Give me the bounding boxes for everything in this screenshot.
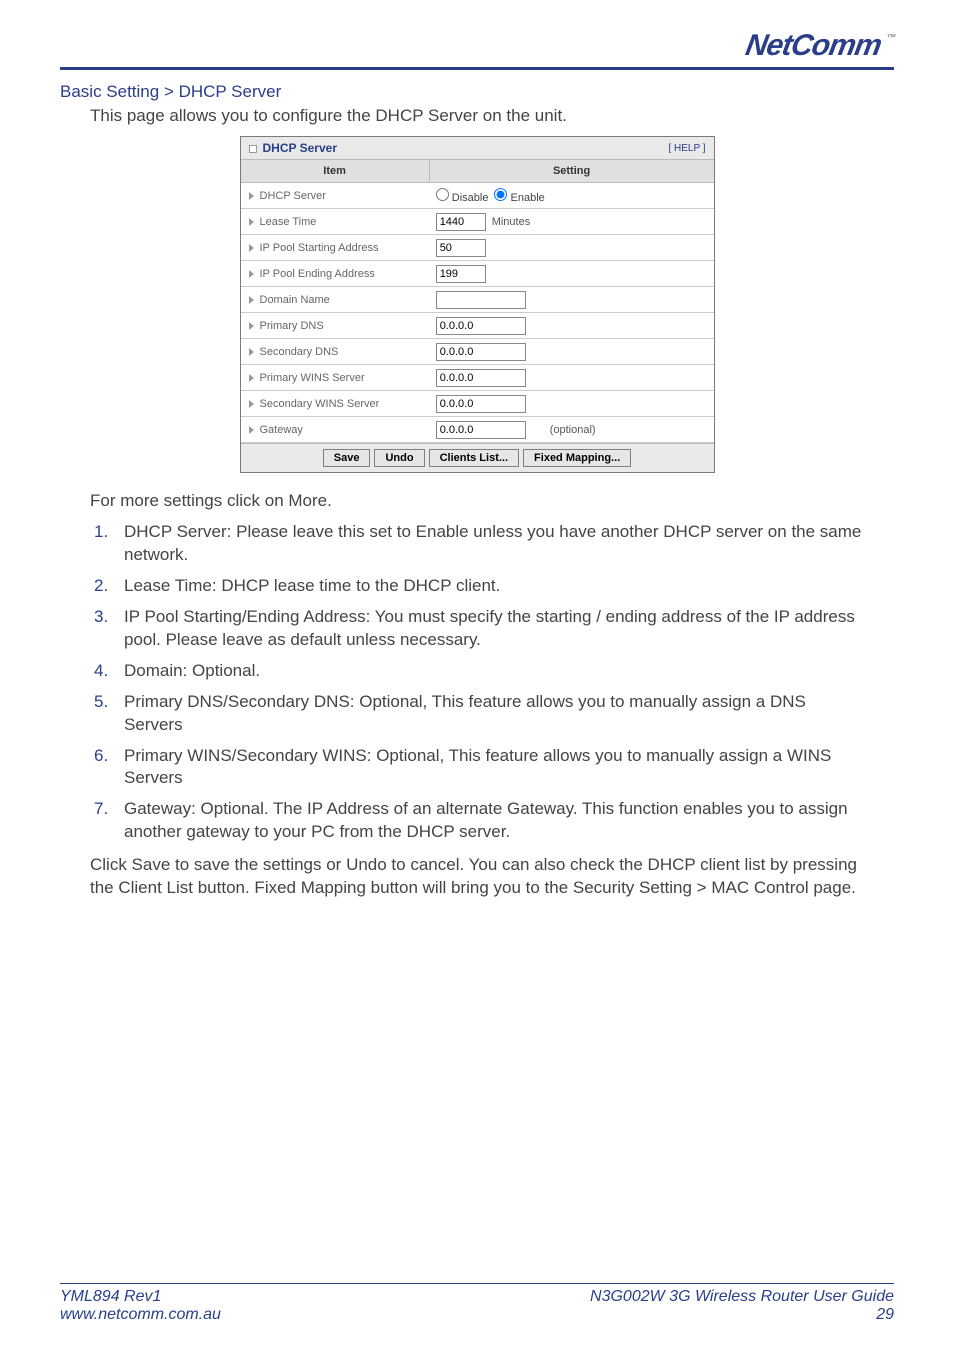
description-list: 1.DHCP Server: Please leave this set to …: [90, 521, 864, 844]
radio-disable-label[interactable]: Disable: [436, 188, 489, 204]
chevron-right-icon: [249, 270, 254, 278]
more-settings-text: For more settings click on More.: [90, 491, 864, 511]
page-header: NetComm ™: [60, 20, 894, 70]
chevron-right-icon: [249, 218, 254, 226]
footer-page: 29: [590, 1306, 894, 1324]
label-lease-time: Lease Time: [260, 216, 317, 228]
row-pool-start: IP Pool Starting Address: [241, 235, 714, 261]
radio-disable[interactable]: [436, 188, 449, 201]
dhcp-panel: DHCP Server [ HELP ] Item Setting DHCP S…: [240, 136, 715, 473]
row-secondary-dns: Secondary DNS: [241, 339, 714, 365]
fixed-mapping-button[interactable]: Fixed Mapping...: [523, 449, 631, 467]
input-lease-time[interactable]: [436, 213, 486, 231]
panel-titlebar: DHCP Server [ HELP ]: [241, 137, 714, 160]
list-item: 4.Domain: Optional.: [90, 660, 864, 683]
breadcrumb: Basic Setting > DHCP Server: [60, 82, 894, 102]
header-setting: Setting: [430, 160, 714, 182]
chevron-right-icon: [249, 322, 254, 330]
list-item: 5.Primary DNS/Secondary DNS: Optional, T…: [90, 691, 864, 737]
chevron-right-icon: [249, 348, 254, 356]
list-item: 7.Gateway: Optional. The IP Address of a…: [90, 798, 864, 844]
closing-text: Click Save to save the settings or Undo …: [90, 854, 864, 900]
input-pool-end[interactable]: [436, 265, 486, 283]
label-primary-dns: Primary DNS: [260, 320, 324, 332]
footer-site: www.netcomm.com.au: [60, 1306, 221, 1324]
label-pool-start: IP Pool Starting Address: [260, 242, 379, 254]
gateway-note: (optional): [550, 424, 596, 436]
row-dhcp-server: DHCP Server Disable Enable: [241, 183, 714, 209]
label-secondary-dns: Secondary DNS: [260, 346, 339, 358]
label-primary-wins: Primary WINS Server: [260, 372, 365, 384]
chevron-right-icon: [249, 400, 254, 408]
radio-enable[interactable]: [494, 188, 507, 201]
chevron-right-icon: [249, 426, 254, 434]
chevron-right-icon: [249, 374, 254, 382]
brand-tm: ™: [885, 33, 896, 44]
label-gateway: Gateway: [260, 424, 303, 436]
undo-button[interactable]: Undo: [374, 449, 424, 467]
footer-rev: YML894 Rev1: [60, 1288, 221, 1306]
row-pool-end: IP Pool Ending Address: [241, 261, 714, 287]
row-gateway: Gateway (optional): [241, 417, 714, 443]
row-secondary-wins: Secondary WINS Server: [241, 391, 714, 417]
footer-guide: N3G002W 3G Wireless Router User Guide: [590, 1288, 894, 1306]
intro-text: This page allows you to configure the DH…: [90, 106, 894, 126]
input-gateway[interactable]: [436, 421, 526, 439]
help-link[interactable]: [ HELP ]: [668, 143, 705, 154]
input-secondary-dns[interactable]: [436, 343, 526, 361]
input-primary-dns[interactable]: [436, 317, 526, 335]
panel-icon: [249, 145, 257, 153]
input-pool-start[interactable]: [436, 239, 486, 257]
input-secondary-wins[interactable]: [436, 395, 526, 413]
table-header: Item Setting: [241, 160, 714, 183]
clients-list-button[interactable]: Clients List...: [429, 449, 519, 467]
row-primary-wins: Primary WINS Server: [241, 365, 714, 391]
label-dhcp-server: DHCP Server: [260, 190, 326, 202]
header-item: Item: [241, 160, 430, 182]
chevron-right-icon: [249, 296, 254, 304]
input-primary-wins[interactable]: [436, 369, 526, 387]
brand-logo: NetComm ™: [743, 29, 897, 63]
page-footer: YML894 Rev1 www.netcomm.com.au N3G002W 3…: [60, 1283, 894, 1324]
row-lease-time: Lease Time Minutes: [241, 209, 714, 235]
row-primary-dns: Primary DNS: [241, 313, 714, 339]
label-pool-end: IP Pool Ending Address: [260, 268, 375, 280]
list-item: 2.Lease Time: DHCP lease time to the DHC…: [90, 575, 864, 598]
label-domain: Domain Name: [260, 294, 330, 306]
list-item: 1.DHCP Server: Please leave this set to …: [90, 521, 864, 567]
chevron-right-icon: [249, 192, 254, 200]
brand-name: NetComm: [743, 29, 884, 63]
list-item: 3.IP Pool Starting/Ending Address: You m…: [90, 606, 864, 652]
input-domain[interactable]: [436, 291, 526, 309]
radio-enable-label[interactable]: Enable: [494, 188, 544, 204]
save-button[interactable]: Save: [323, 449, 371, 467]
row-domain: Domain Name: [241, 287, 714, 313]
chevron-right-icon: [249, 244, 254, 252]
panel-title: DHCP Server: [249, 141, 337, 155]
button-row: Save Undo Clients List... Fixed Mapping.…: [241, 443, 714, 472]
label-secondary-wins: Secondary WINS Server: [260, 398, 380, 410]
list-item: 6.Primary WINS/Secondary WINS: Optional,…: [90, 745, 864, 791]
unit-minutes: Minutes: [492, 216, 531, 228]
